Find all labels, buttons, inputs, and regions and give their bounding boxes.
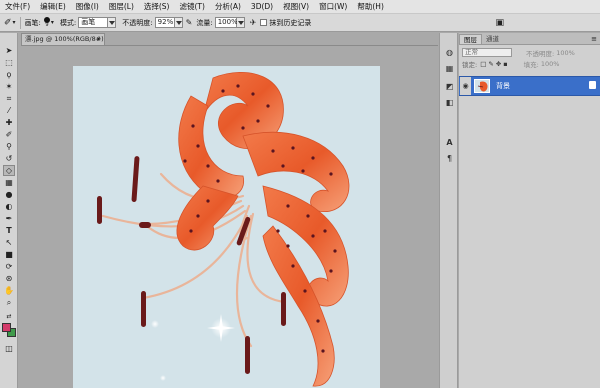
- airbrush-icon[interactable]: ✈: [250, 18, 257, 27]
- lock-pixels-icon[interactable]: ✎: [488, 60, 493, 68]
- move-icon[interactable]: ➤: [3, 45, 15, 56]
- layer-row-background[interactable]: ◉ 背景: [459, 76, 600, 96]
- menu-analysis[interactable]: 分析(A): [210, 0, 246, 14]
- erase-to-history-label: 抹到历史记录: [269, 18, 312, 27]
- hand-icon[interactable]: ✋: [3, 285, 15, 296]
- menu-select[interactable]: 选择(S): [139, 0, 175, 14]
- 3d-rotate-icon[interactable]: ⟳: [3, 261, 15, 272]
- tab-layers[interactable]: 图层: [459, 34, 482, 44]
- quick-mask-icon[interactable]: ◫: [3, 343, 15, 354]
- brush-picker[interactable]: 9: [43, 17, 50, 28]
- erase-to-history-checkbox[interactable]: [260, 19, 268, 26]
- foreground-color-swatch[interactable]: [2, 323, 11, 332]
- brush-icon[interactable]: ✐: [3, 129, 15, 140]
- menu-layer[interactable]: 图层(L): [104, 0, 139, 14]
- lock-position-icon[interactable]: ✥: [496, 60, 501, 68]
- flow-input[interactable]: 100%: [214, 17, 238, 28]
- menu-3d[interactable]: 3D(D): [246, 0, 278, 14]
- swap-colors-icon[interactable]: ⇄: [3, 311, 15, 322]
- tab-channels[interactable]: 通道: [482, 34, 503, 44]
- panel-icon-strip: ◍ ▦ ◩ ◧ A ¶: [439, 33, 458, 388]
- options-bar: ✐ ▾ 画笔: 9 ▾ 模式: 画笔 不透明度: 92% ✎ 流量: 100% …: [0, 14, 600, 32]
- clone-stamp-icon[interactable]: ⚲: [3, 141, 15, 152]
- eraser-tool-preset-icon[interactable]: ✐: [4, 18, 12, 28]
- lock-transparent-icon[interactable]: □: [480, 60, 486, 68]
- divider: [19, 16, 21, 29]
- layers-panel-tabs: 图层 通道 ≡: [459, 33, 600, 45]
- zoom-icon[interactable]: ⌕: [3, 297, 15, 308]
- tool-preset-arrow-icon[interactable]: ▾: [13, 19, 16, 26]
- healing-icon[interactable]: ✚: [3, 117, 15, 128]
- masks-panel-icon[interactable]: ◧: [444, 97, 455, 108]
- layer-opacity-value[interactable]: 100%: [556, 49, 575, 57]
- adjustments-panel-icon[interactable]: ◩: [444, 81, 455, 92]
- shape-icon[interactable]: ■: [3, 249, 15, 260]
- brush-picker-arrow-icon[interactable]: ▾: [51, 19, 54, 26]
- layer-lock-icon: [589, 81, 596, 89]
- blend-mode-select[interactable]: 正常: [462, 48, 512, 57]
- menu-bar: 文件(F) 编辑(E) 图像(I) 图层(L) 选择(S) 滤镜(T) 分析(A…: [0, 0, 600, 14]
- flow-slider-icon[interactable]: [236, 17, 245, 28]
- paragraph-panel-icon[interactable]: ¶: [444, 153, 455, 164]
- layer-thumbnail-image: [477, 81, 488, 92]
- blur-icon[interactable]: ●: [3, 189, 15, 200]
- brush-panel-icon[interactable]: ▣: [495, 18, 504, 28]
- type-icon[interactable]: T: [3, 225, 15, 236]
- pen-icon[interactable]: ✒: [3, 213, 15, 224]
- crop-icon[interactable]: ⌗: [3, 93, 15, 104]
- image-canvas[interactable]: [73, 66, 380, 388]
- tablet-opacity-icon[interactable]: ✎: [186, 18, 193, 27]
- color-panel-icon[interactable]: ◍: [444, 47, 455, 58]
- history-brush-icon[interactable]: ↺: [3, 153, 15, 164]
- path-select-icon[interactable]: ↖: [3, 237, 15, 248]
- brush-size-value: 9: [45, 22, 49, 28]
- layers-panel: 图层 通道 ≡ 正常 不透明度: 100% 锁定: □ ✎ ✥ ▪ 填充: 10…: [459, 33, 600, 388]
- eyedropper-icon[interactable]: ⁄: [3, 105, 15, 116]
- layer-thumbnail: [474, 79, 490, 93]
- 3d-camera-icon[interactable]: ⊛: [3, 273, 15, 284]
- opacity-label: 不透明度:: [526, 49, 555, 58]
- lock-all-icon[interactable]: ▪: [503, 60, 507, 68]
- mode-label: 模式:: [59, 18, 77, 27]
- lock-label: 锁定:: [462, 60, 478, 69]
- visibility-eye-icon[interactable]: ◉: [460, 77, 471, 95]
- opacity-input[interactable]: 92%: [154, 17, 175, 28]
- opacity-label: 不透明度:: [122, 18, 153, 27]
- document-tab-title: 漂.jpg @ 100%(RGB/8#): [25, 35, 104, 43]
- mode-select[interactable]: 画笔: [78, 17, 109, 28]
- lock-fill-row: 锁定: □ ✎ ✥ ▪ 填充: 100%: [459, 58, 600, 69]
- character-panel-icon[interactable]: A: [444, 137, 455, 148]
- opacity-slider-icon[interactable]: [174, 17, 183, 28]
- menu-view[interactable]: 视图(V): [278, 0, 314, 14]
- document-tab[interactable]: 漂.jpg @ 100%(RGB/8#) ✕: [21, 33, 105, 45]
- marquee-icon[interactable]: ⬚: [3, 57, 15, 68]
- dodge-icon[interactable]: ◐: [3, 201, 15, 212]
- tiger-lily-image: [97, 71, 350, 387]
- menu-edit[interactable]: 编辑(E): [35, 0, 71, 14]
- gradient-icon[interactable]: ▦: [3, 177, 15, 188]
- magic-wand-icon[interactable]: ✶: [3, 81, 15, 92]
- mode-dropdown-icon[interactable]: [108, 17, 117, 28]
- menu-file[interactable]: 文件(F): [0, 0, 35, 14]
- menu-help[interactable]: 帮助(H): [352, 0, 389, 14]
- swatches-panel-icon[interactable]: ▦: [444, 63, 455, 74]
- layer-name: 背景: [496, 82, 510, 90]
- menu-filter[interactable]: 滤镜(T): [175, 0, 210, 14]
- fill-label: 填充:: [523, 60, 539, 69]
- toolbox: ➤ ⬚ ϙ ✶ ⌗ ⁄ ✚ ✐ ⚲ ↺ ◇ ▦ ● ◐ ✒ T ↖ ■ ⟳ ⊛ …: [0, 33, 18, 388]
- lasso-icon[interactable]: ϙ: [3, 69, 15, 80]
- eraser-icon[interactable]: ◇: [3, 165, 15, 176]
- blend-opacity-row: 正常 不透明度: 100%: [459, 47, 600, 58]
- panel-menu-icon[interactable]: ≡: [591, 34, 597, 44]
- close-tab-icon[interactable]: ✕: [96, 34, 101, 45]
- menu-window[interactable]: 窗口(W): [314, 0, 352, 14]
- brush-label: 画笔:: [24, 18, 41, 27]
- fill-value[interactable]: 100%: [541, 60, 560, 68]
- flow-label: 流量:: [196, 18, 213, 27]
- menu-image[interactable]: 图像(I): [71, 0, 104, 14]
